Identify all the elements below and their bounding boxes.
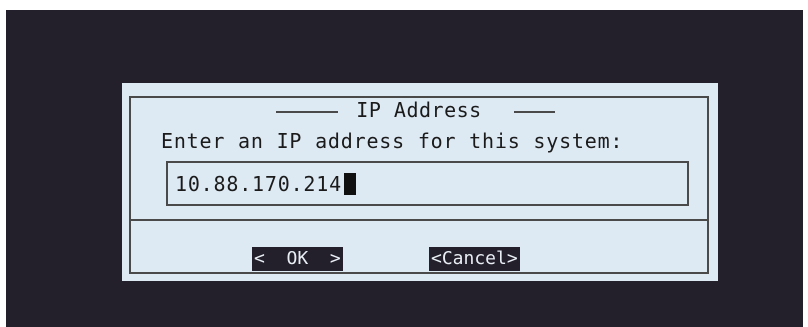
text-cursor (343, 172, 356, 195)
prompt-text: Enter an IP address for this system: (161, 129, 624, 153)
button-divider (131, 219, 707, 221)
ip-address-input[interactable]: 10.88.170.214 (166, 161, 689, 206)
cancel-button[interactable]: <Cancel> (429, 247, 520, 271)
ip-address-value: 10.88.170.214 (175, 171, 342, 196)
dialog-frame: IP Address Enter an IP address for this … (129, 96, 709, 274)
ok-button[interactable]: < OK > (252, 247, 343, 271)
dialog-title: IP Address (355, 98, 483, 122)
dialog-title-bar: IP Address (131, 98, 707, 122)
ip-address-dialog: IP Address Enter an IP address for this … (122, 83, 718, 281)
terminal-screen: IP Address Enter an IP address for this … (6, 10, 803, 327)
